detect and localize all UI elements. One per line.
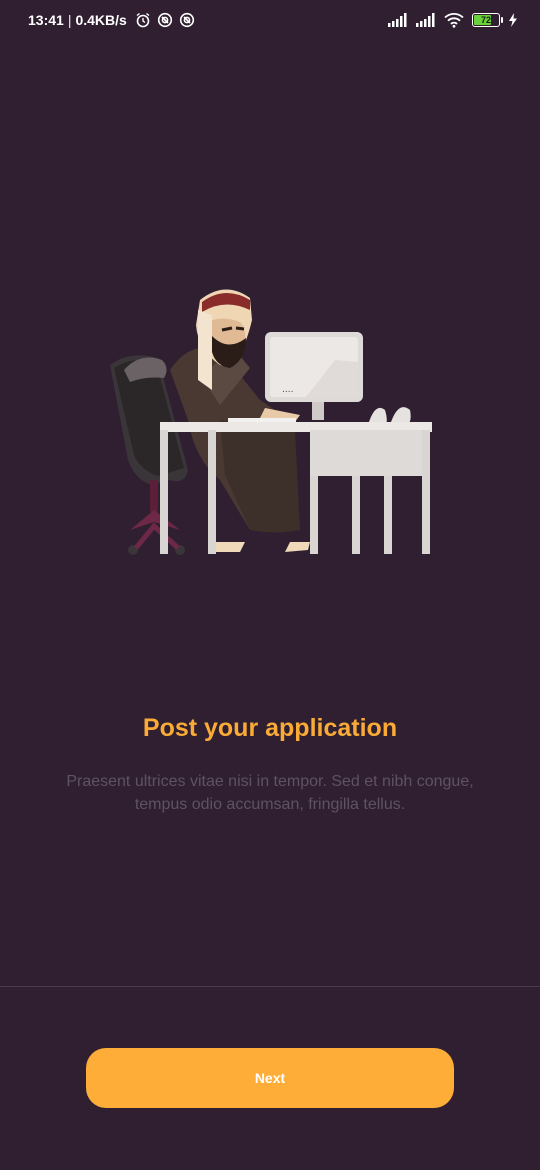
illustration-man-at-desk: .... [110,289,432,555]
charging-icon [509,13,517,27]
signal-icon [388,13,407,27]
next-button[interactable]: Next [86,1048,454,1108]
wifi-icon [444,13,464,28]
onboarding-title: Post your application [142,714,398,742]
status-bar: 13:41 | 0.4KB/s 72 [0,0,540,42]
battery-level: 72 [480,15,491,25]
sync-icon [179,12,194,28]
status-right: 72 [388,12,518,28]
network-speed: 0.4KB/s [75,12,127,28]
status-separator: | [67,12,72,28]
onboarding-description: Praesent ultrices vitae nisi in tempor. … [66,773,474,813]
computer-monitor: .... [265,332,363,420]
signal-icon [416,13,435,27]
footer-divider [0,986,540,987]
svg-text:....: .... [282,385,293,395]
status-icons-left [135,12,195,28]
sync-icon [157,12,172,28]
battery-icon: 72 [472,13,503,27]
status-time: 13:41 [28,12,64,28]
alarm-icon [136,12,150,28]
status-left: 13:41 | 0.4KB/s [28,12,195,28]
